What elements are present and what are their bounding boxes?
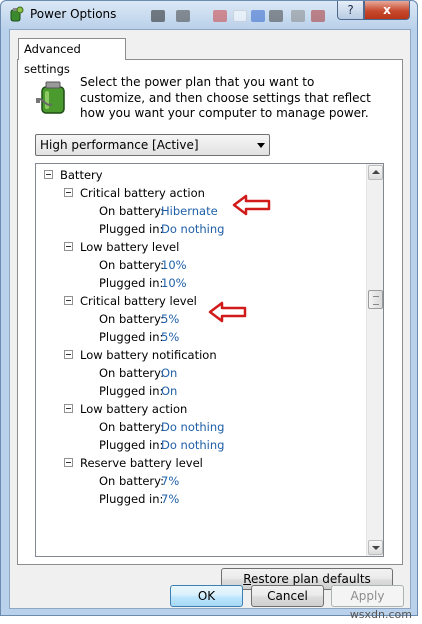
apply-button[interactable]: Apply xyxy=(331,585,404,607)
tree-group[interactable]: Reserve battery level xyxy=(64,455,203,471)
setting-value-link[interactable]: Do nothing xyxy=(161,420,224,434)
tree-group-label: Reserve battery level xyxy=(80,456,203,470)
setting-value-link[interactable]: Do nothing xyxy=(161,438,224,452)
tree-group[interactable]: Low battery notification xyxy=(64,347,217,363)
setting-label: On battery: xyxy=(99,420,165,434)
red-arrow-annotation xyxy=(232,194,271,216)
setting-label: On battery: xyxy=(99,258,165,272)
setting-label: On battery: xyxy=(99,366,165,380)
power-plan-selected-value: High performance [Active] xyxy=(40,138,199,152)
advanced-settings-panel: Select the power plan that you want to c… xyxy=(17,59,403,590)
restore-label: estore plan defaults xyxy=(251,572,371,586)
setting-row-on-battery[interactable]: On battery:Hibernate xyxy=(99,203,218,219)
blurred-taskbar-region xyxy=(311,10,325,22)
setting-value-link[interactable]: 7% xyxy=(161,492,179,506)
collapse-icon[interactable] xyxy=(64,350,73,359)
setting-value-link[interactable]: 5% xyxy=(161,312,179,326)
setting-value-link[interactable]: 10% xyxy=(161,258,187,272)
scroll-up-button[interactable] xyxy=(368,165,383,180)
settings-tree[interactable]: Battery Critical battery action On batter… xyxy=(35,163,384,557)
blurred-taskbar-region xyxy=(213,10,227,22)
tree-group[interactable]: Critical battery level xyxy=(64,293,197,309)
tree-group-label: Low battery notification xyxy=(80,348,217,362)
setting-row-plugged-in[interactable]: Plugged in:Do nothing xyxy=(99,221,224,237)
cancel-button[interactable]: Cancel xyxy=(251,585,324,607)
blurred-taskbar-region xyxy=(233,10,247,22)
blurred-taskbar-region xyxy=(251,10,265,22)
blurred-taskbar-region xyxy=(291,10,305,22)
power-plan-select[interactable]: High performance [Active] xyxy=(35,134,270,156)
setting-label: On battery: xyxy=(99,312,165,326)
tree-group[interactable]: Low battery level xyxy=(64,239,179,255)
collapse-icon[interactable] xyxy=(64,296,73,305)
tree-group-label: Critical battery level xyxy=(80,294,197,308)
close-button[interactable]: x xyxy=(364,1,410,20)
scroll-down-button[interactable] xyxy=(368,540,383,555)
setting-row-on-battery[interactable]: On battery:10% xyxy=(99,257,187,273)
setting-label: Plugged in: xyxy=(99,330,164,344)
setting-value-link[interactable]: 7% xyxy=(161,474,179,488)
restore-accelerator: R xyxy=(243,572,252,586)
power-options-icon xyxy=(10,6,24,22)
power-options-window: Power Options ? x Advanced settings Sele… xyxy=(0,0,418,616)
setting-label: Plugged in: xyxy=(99,492,164,506)
tree-group[interactable]: Critical battery action xyxy=(64,185,205,201)
tree-group-label: Critical battery action xyxy=(80,186,205,200)
setting-row-plugged-in[interactable]: Plugged in:Do nothing xyxy=(99,437,224,453)
blurred-taskbar-region xyxy=(151,10,165,22)
setting-row-plugged-in[interactable]: Plugged in:10% xyxy=(99,275,187,291)
red-arrow-annotation xyxy=(208,301,247,323)
setting-row-plugged-in[interactable]: Plugged in:7% xyxy=(99,491,179,507)
setting-row-plugged-in[interactable]: Plugged in:5% xyxy=(99,329,179,345)
setting-label: Plugged in: xyxy=(99,384,164,398)
down-arrow-icon xyxy=(372,546,380,550)
setting-value-link[interactable]: 10% xyxy=(161,276,187,290)
help-button[interactable]: ? xyxy=(337,1,364,20)
setting-row-plugged-in[interactable]: Plugged in:On xyxy=(99,383,177,399)
collapse-icon[interactable] xyxy=(64,458,73,467)
intro-text: Select the power plan that you want to c… xyxy=(80,75,371,120)
collapse-icon[interactable] xyxy=(44,170,53,179)
tree-root-battery[interactable]: Battery xyxy=(44,167,103,183)
setting-row-on-battery[interactable]: On battery:7% xyxy=(99,473,179,489)
collapse-icon[interactable] xyxy=(64,188,73,197)
setting-row-on-battery[interactable]: On battery:5% xyxy=(99,311,179,327)
watermark-text: wsxdn.com xyxy=(349,608,412,621)
battery-power-icon xyxy=(36,81,65,114)
setting-value-link[interactable]: Hibernate xyxy=(161,204,218,218)
blurred-taskbar-region xyxy=(176,10,190,22)
setting-label: Plugged in: xyxy=(99,276,164,290)
vertical-scrollbar[interactable] xyxy=(366,164,383,556)
setting-value-link[interactable]: Do nothing xyxy=(161,222,224,236)
setting-label: On battery: xyxy=(99,474,165,488)
collapse-icon[interactable] xyxy=(64,404,73,413)
setting-label: On battery: xyxy=(99,204,165,218)
tab-advanced-settings[interactable]: Advanced settings xyxy=(18,38,126,76)
tree-group-label: Low battery level xyxy=(80,240,180,254)
ok-button[interactable]: OK xyxy=(170,585,243,607)
tree-group-label: Low battery action xyxy=(80,402,188,416)
setting-value-link[interactable]: 5% xyxy=(161,330,179,344)
up-arrow-icon xyxy=(372,170,380,174)
setting-row-on-battery[interactable]: On battery:Do nothing xyxy=(99,419,224,435)
setting-value-link[interactable]: On xyxy=(161,384,177,398)
scroll-thumb[interactable] xyxy=(368,290,383,309)
tree-group[interactable]: Low battery action xyxy=(64,401,187,417)
blurred-taskbar-region xyxy=(269,10,283,22)
setting-label: Plugged in: xyxy=(99,222,164,236)
setting-label: Plugged in: xyxy=(99,438,164,452)
window-title: Power Options xyxy=(30,7,117,21)
setting-value-link[interactable]: On xyxy=(161,366,177,380)
dialog-client-area: Advanced settings Select the power plan … xyxy=(9,29,411,609)
chevron-down-icon[interactable] xyxy=(257,143,265,148)
setting-row-on-battery[interactable]: On battery:On xyxy=(99,365,177,381)
tree-root-label: Battery xyxy=(60,168,103,182)
collapse-icon[interactable] xyxy=(64,242,73,251)
title-bar[interactable]: Power Options ? x xyxy=(1,1,417,29)
